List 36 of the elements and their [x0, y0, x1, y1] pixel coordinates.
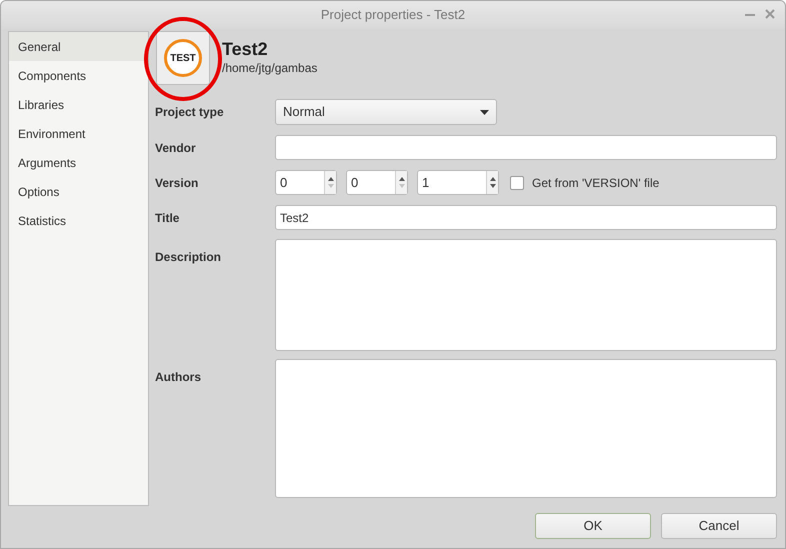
checkbox-label: Get from 'VERSION' file	[532, 174, 660, 192]
field-label: Description	[155, 249, 222, 266]
project-path: /home/jtg/gambas	[222, 60, 318, 77]
up-arrow-icon[interactable]	[328, 177, 334, 181]
version-spinbox[interactable]: 1	[417, 170, 499, 195]
sidebar-item[interactable]: Options	[9, 177, 148, 206]
sidebar-item[interactable]: Components	[9, 61, 148, 90]
dialog-button[interactable]: OK	[535, 513, 651, 539]
sidebar-item[interactable]: Libraries	[9, 90, 148, 119]
down-arrow-icon[interactable]	[490, 184, 496, 188]
sidebar-item[interactable]: Arguments	[9, 148, 148, 177]
title-field[interactable]: Test2	[275, 205, 777, 230]
dialog-button[interactable]: Cancel	[661, 513, 777, 539]
field-label: Authors	[155, 369, 202, 386]
field-label: Project type	[155, 104, 225, 121]
project-name: Test2	[222, 39, 269, 59]
up-arrow-icon[interactable]	[490, 177, 496, 181]
field-label: Title	[155, 210, 180, 226]
sidebar-item[interactable]: Environment	[9, 119, 148, 148]
caret-icon	[480, 110, 489, 114]
project-type-dropdown[interactable]: Normal	[275, 99, 497, 125]
test-logo-icon: TEST	[164, 39, 202, 77]
version-spinbox[interactable]: 0	[346, 170, 408, 195]
vendor-field[interactable]	[275, 135, 777, 160]
field-label: Vendor	[155, 140, 197, 156]
project-icon-button[interactable]: TEST	[156, 31, 210, 85]
close-icon[interactable]	[765, 8, 775, 20]
window-title: Project properties - Test2	[320, 6, 466, 24]
description-field[interactable]	[275, 239, 777, 351]
up-arrow-icon[interactable]	[398, 177, 404, 181]
sidebar-item[interactable]: General	[9, 32, 148, 61]
version-spinbox[interactable]: 0	[275, 170, 337, 195]
authors-field[interactable]	[275, 359, 777, 498]
field-label: Version	[155, 174, 200, 192]
checkbox[interactable]	[510, 176, 524, 190]
sidebar-item[interactable]: Statistics	[9, 206, 148, 235]
